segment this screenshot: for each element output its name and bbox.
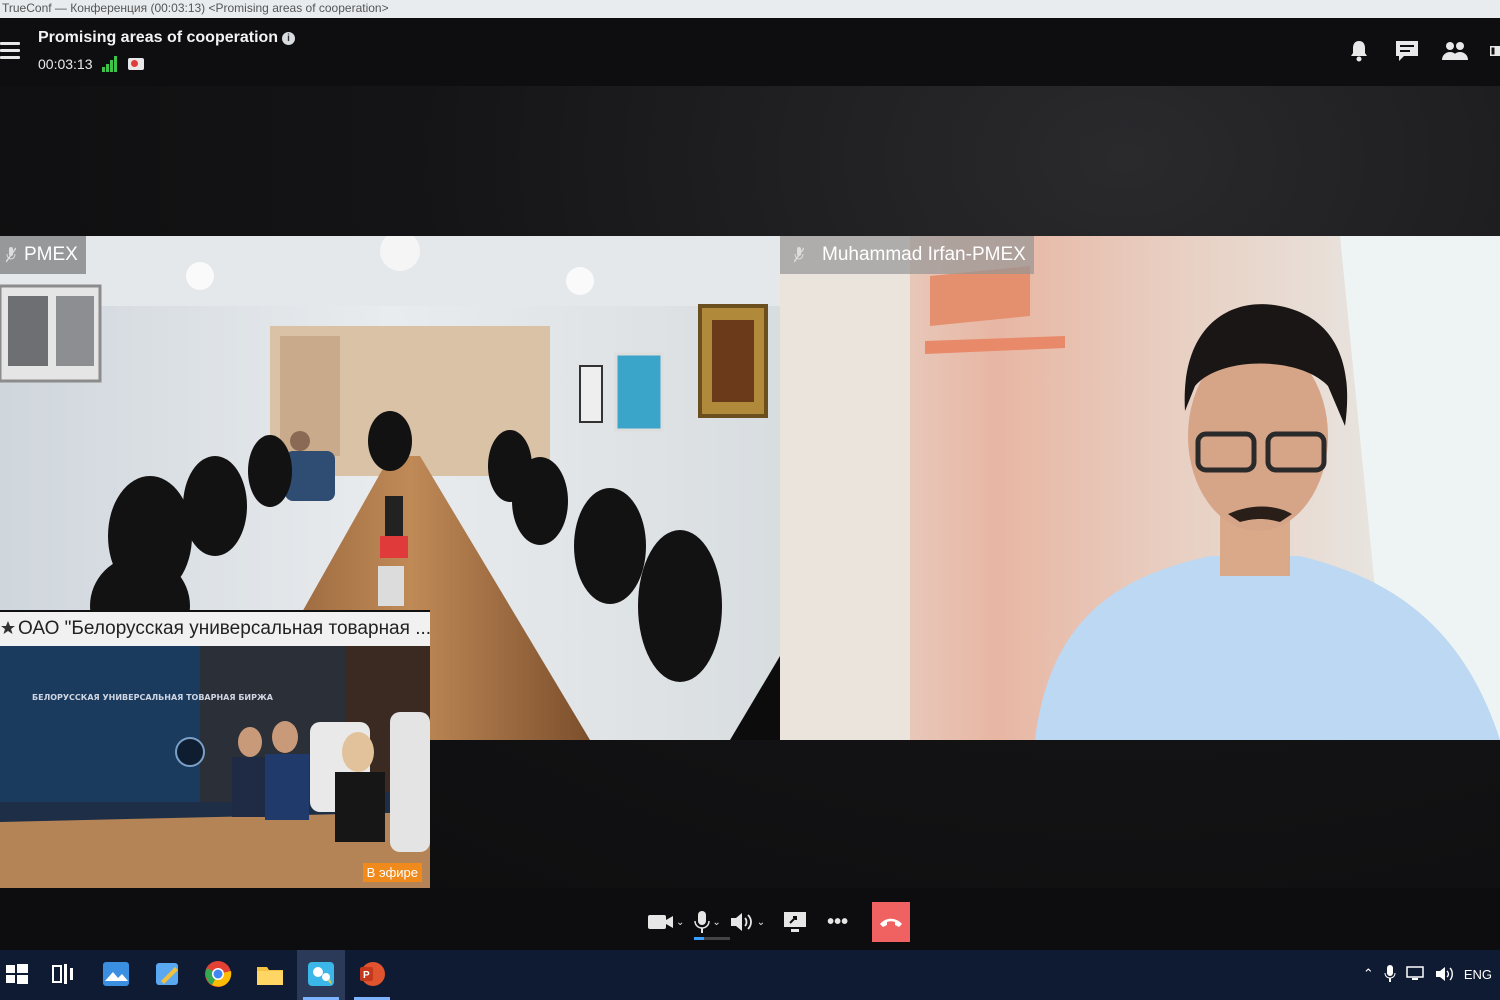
participant-label-self: ОАО "Белорусская универсальная товарная … — [0, 612, 430, 646]
star-icon — [1, 621, 15, 634]
participant-name: PMEX — [24, 244, 78, 265]
paint-app-icon[interactable] — [153, 959, 183, 989]
windows-start-icon[interactable] — [2, 959, 32, 989]
video-tile-self-pip[interactable]: БЕЛОРУССКАЯ УНИВЕРСАЛЬНАЯ ТОВАРНАЯ БИРЖА… — [0, 610, 430, 888]
chrome-icon[interactable] — [203, 959, 233, 989]
window-title: TrueConf — Конференция (00:03:13) <Promi… — [0, 0, 1500, 18]
participant-video — [780, 236, 1500, 740]
trueconf-icon[interactable] — [306, 959, 336, 989]
participant-label-pmex: PMEX — [0, 236, 86, 274]
speaker-icon — [730, 913, 752, 931]
participant-name: ОАО "Белорусская универсальная товарная … — [18, 618, 430, 639]
self-video: БЕЛОРУССКАЯ УНИВЕРСАЛЬНАЯ ТОВАРНАЯ БИРЖА — [0, 612, 430, 888]
microphone-icon — [694, 911, 711, 933]
language-indicator[interactable]: ENG — [1464, 967, 1492, 982]
photos-app-icon[interactable] — [101, 959, 131, 989]
more-icon: ••• — [827, 910, 849, 933]
info-icon[interactable]: i — [282, 32, 296, 45]
svg-text:P: P — [363, 970, 370, 981]
call-controls-group: ⌄ ⌄ ⌄ ••• — [648, 902, 911, 942]
conference-timer: 00:03:13 — [38, 56, 93, 72]
volume-icon[interactable] — [1435, 966, 1454, 982]
chat-icon[interactable] — [1394, 38, 1420, 64]
participant-name: Muhammad Irfan-PMEX — [822, 244, 1026, 265]
bell-icon[interactable] — [1346, 38, 1372, 64]
participant-label-muhammad-irfan: Muhammad Irfan-PMEX — [780, 236, 1034, 274]
layout-icon[interactable] — [1490, 38, 1500, 64]
system-tray: ⌃ ENG — [1363, 965, 1492, 983]
mic-level-bar — [694, 937, 730, 940]
header-actions — [1346, 38, 1500, 64]
call-controls: ⌄ ⌄ ⌄ ••• — [0, 888, 1500, 950]
file-explorer-icon[interactable] — [255, 959, 285, 989]
speaker-button[interactable]: ⌄ — [730, 905, 765, 939]
more-button[interactable]: ••• — [827, 905, 848, 939]
screen-share-button[interactable] — [783, 905, 807, 939]
chevron-down-icon[interactable]: ⌄ — [676, 917, 684, 928]
chevron-up-icon[interactable]: ⌃ — [1363, 966, 1374, 982]
camera-button[interactable]: ⌄ — [648, 905, 684, 939]
on-air-badge: В эфире — [362, 863, 422, 882]
microphone-button[interactable]: ⌄ — [694, 905, 721, 939]
participants-icon[interactable] — [1442, 38, 1468, 64]
conference-title: Promising areas of cooperation — [38, 29, 279, 46]
network-icon[interactable] — [1406, 966, 1426, 982]
chevron-down-icon[interactable]: ⌄ — [712, 917, 720, 928]
conference-header: Promising areas of cooperation i 00:03:13 — [0, 18, 1500, 86]
conference-title-wrap: Promising areas of cooperation i — [38, 29, 296, 47]
task-view-icon[interactable] — [48, 959, 78, 989]
conference-app: Promising areas of cooperation i 00:03:13 — [0, 18, 1500, 950]
signal-strength-icon — [102, 56, 118, 72]
windows-taskbar: P ⌃ ENG — [0, 950, 1500, 1000]
mic-muted-icon — [794, 247, 804, 263]
hangup-icon — [880, 918, 903, 927]
recording-icon — [128, 58, 144, 70]
screen-share-icon — [784, 912, 807, 932]
menu-icon[interactable] — [0, 42, 20, 59]
video-tile-muhammad-irfan[interactable]: Muhammad Irfan-PMEX — [780, 236, 1500, 740]
powerpoint-icon[interactable]: P — [357, 959, 387, 989]
camera-icon — [648, 915, 673, 929]
tray-microphone-icon[interactable] — [1384, 965, 1396, 983]
mic-muted-icon — [6, 247, 16, 263]
hangup-button[interactable] — [872, 902, 911, 942]
wall-sign-text: БЕЛОРУССКАЯ УНИВЕРСАЛЬНАЯ ТОВАРНАЯ БИРЖА — [32, 693, 274, 702]
chevron-down-icon[interactable]: ⌄ — [757, 917, 765, 928]
